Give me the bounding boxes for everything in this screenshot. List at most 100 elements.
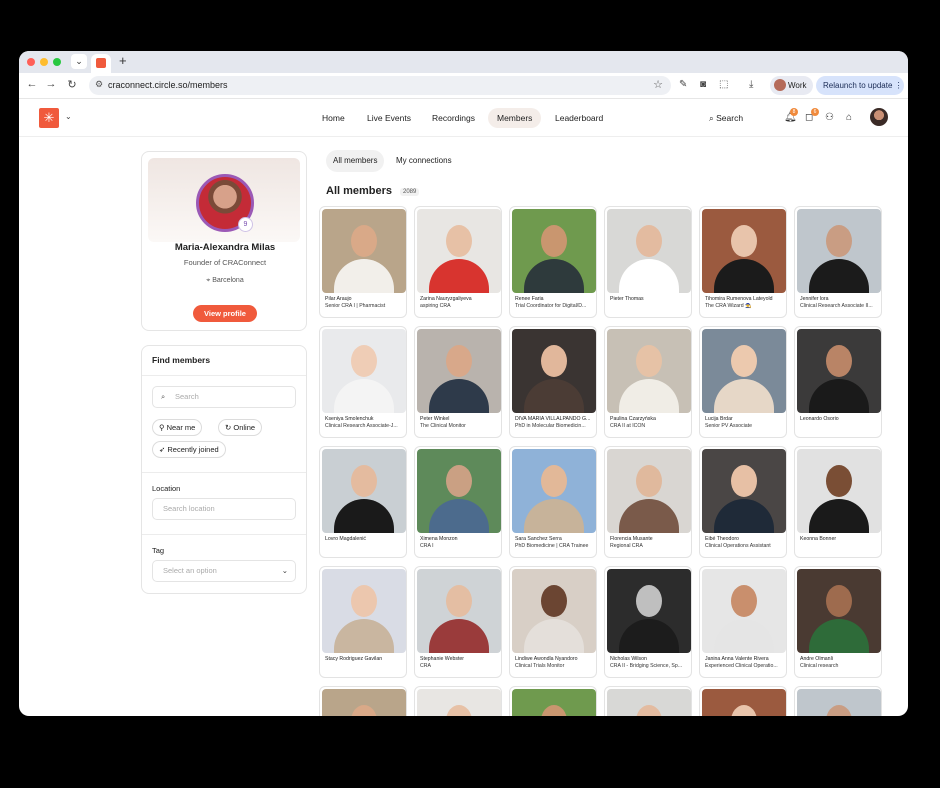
community-logo[interactable]: ✳ xyxy=(39,108,59,128)
member-role: CRA I xyxy=(420,543,434,549)
member-name: Jennifer lora xyxy=(800,296,829,302)
reload-icon[interactable]: ↻ xyxy=(65,78,79,91)
nav-recordings[interactable]: Recordings xyxy=(423,108,484,128)
app-header: ✳ ⌄ Home Live Events Recordings Members … xyxy=(19,99,908,137)
member-name: Lovro Magdalenić xyxy=(325,536,366,542)
member-photo xyxy=(797,449,881,533)
level-badge: 9 xyxy=(238,217,253,232)
chevron-down-icon[interactable]: ⌄ xyxy=(65,112,72,121)
divider xyxy=(142,534,306,535)
member-photo xyxy=(607,569,691,653)
member-card[interactable]: Renee Faria Trial Coordinator for Digital… xyxy=(509,206,597,318)
member-card[interactable]: Tihomira Rumenova Lateyold The CRA Wizard… xyxy=(699,206,787,318)
profile-button[interactable]: Work xyxy=(770,76,813,95)
member-card[interactable]: DIVA MARÍA VILLALPANDO G... PhD in Molecu… xyxy=(509,326,597,438)
bookmark-star-icon[interactable]: ☆ xyxy=(653,78,663,91)
member-photo xyxy=(702,689,786,716)
camera-icon[interactable]: ◙ xyxy=(700,79,706,90)
bookmark-icon[interactable]: ⌂ xyxy=(846,112,852,123)
member-role: Clinical Trials Monitor xyxy=(515,663,565,669)
search-icon: ⌕ xyxy=(161,392,166,401)
member-role: PhD Biomedicine | CRA Trainee xyxy=(515,543,589,549)
forward-icon[interactable]: → xyxy=(44,78,58,90)
member-role: CRA xyxy=(420,663,431,669)
user-avatar[interactable] xyxy=(870,108,888,126)
tab-strip: ⌄ + xyxy=(19,51,908,73)
member-photo xyxy=(322,569,406,653)
member-card[interactable]: Paulina Czarzyńska CRA II at ICON xyxy=(604,326,692,438)
header-search-button[interactable]: ⌕ Search xyxy=(709,108,743,128)
member-role: aspiring CRA xyxy=(420,303,451,309)
member-card[interactable]: Stacy Rodriguez Gavilan xyxy=(319,566,407,678)
near-me-chip[interactable]: ⚲ Near me xyxy=(152,419,203,436)
location-input[interactable]: Search location xyxy=(152,498,296,520)
member-card[interactable] xyxy=(509,686,597,716)
member-card[interactable] xyxy=(604,686,692,716)
member-card[interactable]: Kseniya Smolenchuk Clinical Research Asso… xyxy=(319,326,407,438)
member-role: Senior CRA I | Pharmacist xyxy=(325,303,386,309)
address-bar[interactable]: ⚙ craconnect.circle.so/members ☆ xyxy=(89,76,671,95)
relaunch-button[interactable]: Relaunch to update ⋮ xyxy=(816,76,904,95)
back-icon[interactable]: ← xyxy=(25,78,39,90)
member-card[interactable] xyxy=(699,686,787,716)
tab-my-connections[interactable]: My connections xyxy=(389,150,459,172)
member-card[interactable]: Andre Olmanli Clinical research xyxy=(794,566,882,678)
member-card[interactable]: Leonardo Osorio xyxy=(794,326,882,438)
recently-joined-chip[interactable]: ➶ Recently joined xyxy=(152,441,226,458)
member-photo xyxy=(702,449,786,533)
tab-search-button[interactable]: ⌄ xyxy=(71,54,87,69)
member-card[interactable]: Peter Winkel The Clinical Monitor xyxy=(414,326,502,438)
new-tab-button[interactable]: + xyxy=(119,53,127,68)
members-icon[interactable]: ⚇ xyxy=(825,112,834,123)
member-card[interactable] xyxy=(794,686,882,716)
nav-home[interactable]: Home xyxy=(313,108,354,128)
member-card[interactable]: Jennifer lora Clinical Research Associate… xyxy=(794,206,882,318)
member-card[interactable]: Ximena Monzon CRA I xyxy=(414,446,502,558)
nav-live-events[interactable]: Live Events xyxy=(358,108,420,128)
location-pin-icon: ⌖ xyxy=(206,277,211,284)
download-icon[interactable]: ⤓ xyxy=(749,79,753,90)
site-info-icon[interactable]: ⚙ xyxy=(95,79,103,90)
member-name: Ximena Monzon xyxy=(420,536,458,542)
tag-select[interactable]: Select an option ⌄ xyxy=(152,560,296,582)
member-card[interactable]: Keonna Bonner xyxy=(794,446,882,558)
member-card[interactable]: Zarina Nauryzgaliyeva aspiring CRA xyxy=(414,206,502,318)
member-card[interactable]: Stephanie Webster CRA xyxy=(414,566,502,678)
member-photo xyxy=(512,329,596,413)
member-card[interactable]: Nicholas Wilson CRA II - Bridging Science… xyxy=(604,566,692,678)
browser-toolbar: ← → ↻ ⚙ craconnect.circle.so/members ☆ ✎… xyxy=(19,73,908,99)
pen-icon[interactable]: ✎ xyxy=(679,79,687,90)
member-card[interactable]: Sara Sanchez Serra PhD Biomedicine | CRA … xyxy=(509,446,597,558)
tab-all-members[interactable]: All members xyxy=(326,150,385,172)
minimize-window-button[interactable] xyxy=(40,58,48,66)
member-name: Kseniya Smolenchuk xyxy=(325,416,374,422)
find-members-panel: Find members ⌕ Search ⚲ Near me ↻ Online… xyxy=(141,345,307,594)
member-photo xyxy=(797,209,881,293)
member-card[interactable]: Lucija Brdar Senior PV Associate xyxy=(699,326,787,438)
member-search-input[interactable]: ⌕ Search xyxy=(152,386,296,408)
member-card[interactable]: Lindiwe Awondla Nyandoro Clinical Trials … xyxy=(509,566,597,678)
member-card[interactable]: Eibé Theodoro Clinical Operations Assista… xyxy=(699,446,787,558)
member-card[interactable] xyxy=(414,686,502,716)
member-name: Nicholas Wilson xyxy=(610,656,647,662)
online-chip[interactable]: ↻ Online xyxy=(218,419,263,436)
member-card[interactable] xyxy=(319,686,407,716)
browser-tab[interactable] xyxy=(91,54,111,73)
view-profile-button[interactable]: View profile xyxy=(193,305,257,322)
extensions-icon[interactable]: ⬚ xyxy=(719,79,728,90)
profile-location: ⌖ Barcelona xyxy=(206,277,244,284)
nav-leaderboard[interactable]: Leaderboard xyxy=(546,108,612,128)
person-icon: ⚲ xyxy=(159,423,165,432)
member-card[interactable]: Lovro Magdalenić xyxy=(319,446,407,558)
member-card[interactable]: Florencia Musante Regional CRA xyxy=(604,446,692,558)
member-card[interactable]: Janina Anna Valente Rivera Experienced Cl… xyxy=(699,566,787,678)
maximize-window-button[interactable] xyxy=(53,58,61,66)
member-name: Stephanie Webster xyxy=(420,656,465,662)
member-name: Sara Sanchez Serra xyxy=(515,536,562,542)
nav-members[interactable]: Members xyxy=(488,108,542,128)
member-card[interactable]: Pieter Thomas xyxy=(604,206,692,318)
member-photo xyxy=(702,569,786,653)
member-name: Tihomira Rumenova Lateyold xyxy=(705,296,773,302)
member-card[interactable]: Pilar Araujo Senior CRA I | Pharmacist xyxy=(319,206,407,318)
close-window-button[interactable] xyxy=(27,58,35,66)
